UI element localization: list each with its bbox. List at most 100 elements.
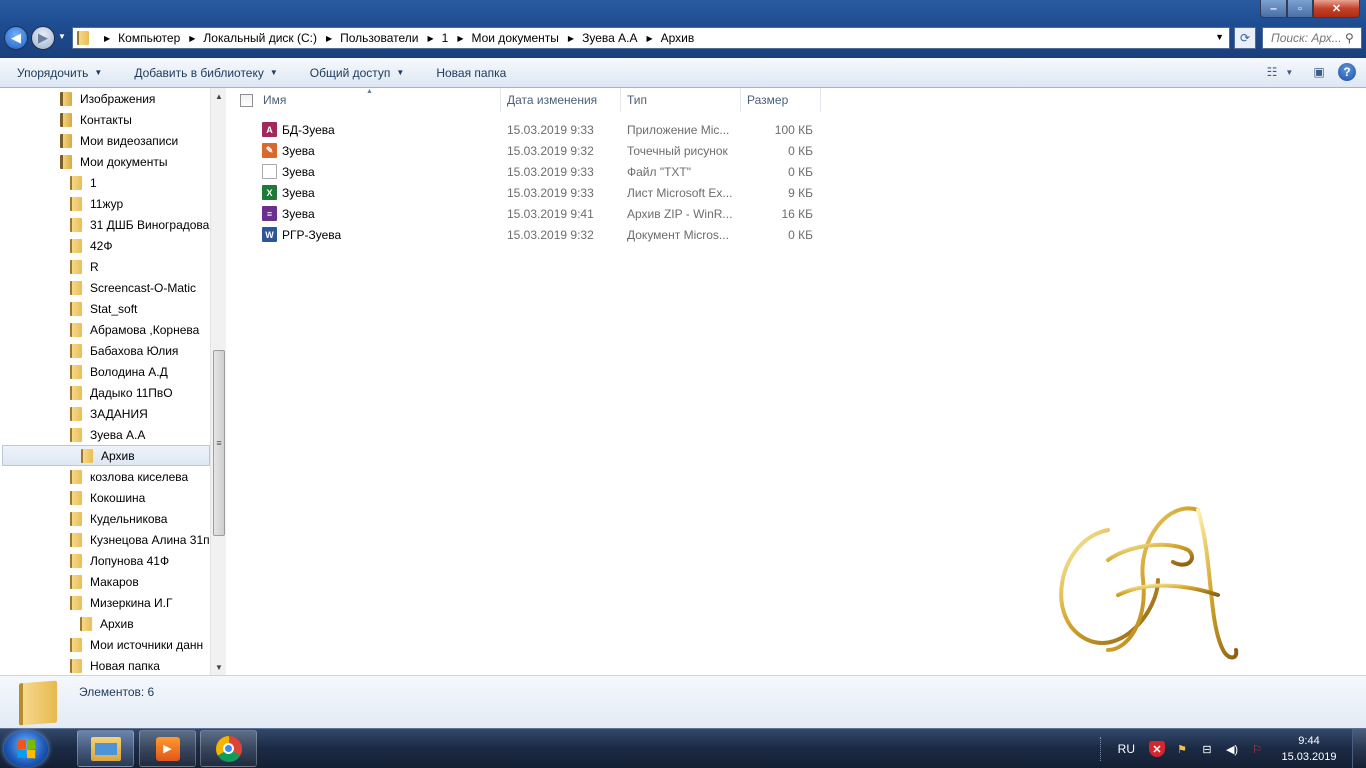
breadcrumb-item[interactable]: ▶ 1 xyxy=(418,31,448,45)
chevron-right-icon[interactable]: ▶ xyxy=(427,34,433,43)
nav-tree-label: Изображения xyxy=(80,91,156,106)
chevron-right-icon[interactable]: ▶ xyxy=(646,34,652,43)
file-type: Лист Microsoft Ex... xyxy=(627,186,733,200)
chevron-right-icon[interactable]: ▶ xyxy=(457,34,463,43)
folder-icon xyxy=(70,658,82,673)
search-input[interactable] xyxy=(1271,31,1341,45)
nav-tree-item[interactable]: Мои видеозаписи xyxy=(60,130,178,151)
forward-button[interactable]: ▶ xyxy=(31,26,55,50)
minimize-button[interactable]: ‒ xyxy=(1260,0,1287,18)
file-row[interactable]: W РГР-Зуева 15.03.2019 9:32 Документ Micros… xyxy=(227,224,827,245)
network-icon[interactable]: ⊟ xyxy=(1199,741,1215,757)
address-bar[interactable]: ▶ Компьютер ▶ Локальный диск (C:) ▶ Пользоват… xyxy=(72,27,1230,49)
refresh-button[interactable]: ⟳ xyxy=(1234,27,1256,49)
file-row[interactable]: Зуева 15.03.2019 9:33 Файл "TXT" 0 КБ xyxy=(227,161,827,182)
file-row[interactable]: ✎ Зуева 15.03.2019 9:32 Точечный рисунок 0 К… xyxy=(227,140,827,161)
file-type: Приложение Mic... xyxy=(627,123,730,137)
show-desktop-button[interactable] xyxy=(1352,729,1366,768)
column-header-name[interactable]: Имя xyxy=(257,88,501,112)
add-to-library-button[interactable]: Добавить в библиотеку ▼ xyxy=(117,66,292,80)
breadcrumb-item[interactable]: ▶ Пользователи xyxy=(317,31,418,45)
scroll-down-icon[interactable]: ▼ xyxy=(211,659,227,675)
antivirus-shield-icon[interactable]: ✕ xyxy=(1149,741,1165,757)
column-header-type[interactable]: Тип xyxy=(621,88,741,112)
view-options-button[interactable]: ☷ ▼ xyxy=(1260,62,1300,82)
nav-tree-item[interactable]: Архив xyxy=(2,445,210,466)
nav-tree-label: Архив xyxy=(101,448,135,463)
organize-button[interactable]: Упорядочить ▼ xyxy=(0,66,117,80)
file-row[interactable]: ≡ Зуева 15.03.2019 9:41 Архив ZIP - WinR...… xyxy=(227,203,827,224)
nav-tree-item[interactable]: Изображения xyxy=(60,88,155,109)
action-center-icon[interactable]: ⚐ xyxy=(1249,741,1265,757)
nav-tree-item[interactable]: Screencast-O-Matic xyxy=(70,277,196,298)
language-indicator[interactable]: RU xyxy=(1118,742,1135,756)
chevron-down-icon[interactable]: ▼ xyxy=(1215,32,1224,42)
chevron-right-icon[interactable]: ▶ xyxy=(326,34,332,43)
nav-tree-item[interactable]: Кудельникова xyxy=(70,508,167,529)
nav-tree-item[interactable]: Абрамова ,Корнева xyxy=(70,319,199,340)
share-button[interactable]: Общий доступ ▼ xyxy=(293,66,420,80)
nav-tree-item[interactable]: 42Ф xyxy=(70,235,112,256)
nav-tree-item[interactable]: R xyxy=(70,256,99,277)
nav-tree-item[interactable]: Кузнецова Алина 31п xyxy=(70,529,210,550)
nav-tree-item[interactable]: ЗАДАНИЯ xyxy=(70,403,148,424)
arrow-right-icon: ▶ xyxy=(38,30,48,45)
breadcrumb-item[interactable]: ▶ Зуева А.А xyxy=(559,31,638,45)
taskbar-chrome[interactable] xyxy=(200,730,257,767)
nav-tree-item[interactable]: Мои документы xyxy=(60,151,167,172)
nav-tree-item[interactable]: Мои источники данн xyxy=(70,634,203,655)
chevron-right-icon[interactable]: ▶ xyxy=(189,34,195,43)
nav-tree-item[interactable]: Новая папка xyxy=(70,655,160,676)
select-all-checkbox[interactable] xyxy=(240,94,253,107)
chevron-right-icon[interactable]: ▶ xyxy=(568,34,574,43)
file-size: 100 КБ xyxy=(774,123,813,137)
nav-tree-item[interactable]: Мизеркина И.Г xyxy=(70,592,172,613)
tray-handle[interactable] xyxy=(1099,737,1110,761)
nav-tree-item[interactable]: Зуева А.А xyxy=(70,424,145,445)
file-row[interactable]: A БД-Зуева 15.03.2019 9:33 Приложение Mic..… xyxy=(227,119,827,140)
breadcrumb-item[interactable]: ▶ Мои документы xyxy=(448,31,559,45)
nav-tree-item[interactable]: Архив xyxy=(80,613,134,634)
column-header-size[interactable]: Размер xyxy=(741,88,821,112)
breadcrumb-item[interactable]: ▶ Компьютер xyxy=(95,31,180,45)
nav-tree-item[interactable]: 11жур xyxy=(70,193,123,214)
file-name: Зуева xyxy=(282,165,315,179)
back-button[interactable]: ◀ xyxy=(4,26,28,50)
nav-tree-item[interactable]: Володина А.Д xyxy=(70,361,168,382)
clock[interactable]: 9:44 15.03.2019 xyxy=(1274,733,1344,765)
breadcrumb-label: Мои документы xyxy=(471,31,559,45)
nav-scrollbar[interactable]: ▲ ≡ ▼ xyxy=(210,88,226,675)
nav-tree-item[interactable]: Лопунова 41Ф xyxy=(70,550,169,571)
nav-tree-item[interactable]: козлова киселева xyxy=(70,466,188,487)
nav-tree-item[interactable]: Контакты xyxy=(60,109,132,130)
nav-tree-item[interactable]: 1 xyxy=(70,172,97,193)
search-box[interactable]: ⚲ xyxy=(1262,27,1362,49)
close-button[interactable]: ✕ xyxy=(1313,0,1360,18)
nav-tree-label: Контакты xyxy=(80,112,132,127)
scroll-up-icon[interactable]: ▲ xyxy=(211,88,227,104)
nav-tree-item[interactable]: Макаров xyxy=(70,571,139,592)
start-button[interactable] xyxy=(4,731,48,767)
scroll-thumb[interactable]: ≡ xyxy=(213,350,225,536)
recent-pages-dropdown[interactable]: ▼ xyxy=(58,32,66,41)
volume-icon[interactable]: ◀) xyxy=(1224,741,1240,757)
breadcrumb-item[interactable]: ▶ Архив xyxy=(637,31,694,45)
taskbar-media-player[interactable]: ▶ xyxy=(139,730,196,767)
breadcrumb-item[interactable]: ▶ Локальный диск (C:) xyxy=(180,31,317,45)
file-row[interactable]: X Зуева 15.03.2019 9:33 Лист Microsoft Ex..… xyxy=(227,182,827,203)
column-type-label: Тип xyxy=(627,93,648,107)
nav-tree-item[interactable]: 31 ДШБ Виноградова xyxy=(70,214,209,235)
nav-tree-label: 31 ДШБ Виноградова xyxy=(90,217,210,232)
new-folder-button[interactable]: Новая папка xyxy=(419,66,521,80)
taskbar-explorer[interactable] xyxy=(77,730,134,767)
nav-tree-item[interactable]: Дадыко 11ПвО xyxy=(70,382,173,403)
nav-tree-item[interactable]: Кокошина xyxy=(70,487,145,508)
maximize-button[interactable]: ▫ xyxy=(1287,0,1313,18)
nav-tree-item[interactable]: Бабахова Юлия xyxy=(70,340,178,361)
preview-pane-button[interactable]: ▣ xyxy=(1308,62,1330,82)
column-header-date[interactable]: Дата изменения xyxy=(501,88,621,112)
nav-tree-item[interactable]: Stat_soft xyxy=(70,298,137,319)
notification-flag-icon[interactable]: ⚑ xyxy=(1174,741,1190,757)
chevron-right-icon[interactable]: ▶ xyxy=(104,34,110,43)
help-button[interactable]: ? xyxy=(1338,63,1356,81)
